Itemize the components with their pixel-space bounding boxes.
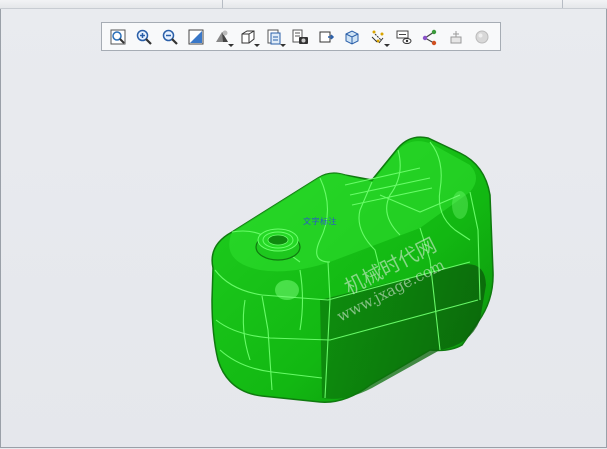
model-annotation-label: 文字标注 — [303, 217, 337, 226]
filler-neck — [255, 228, 301, 261]
